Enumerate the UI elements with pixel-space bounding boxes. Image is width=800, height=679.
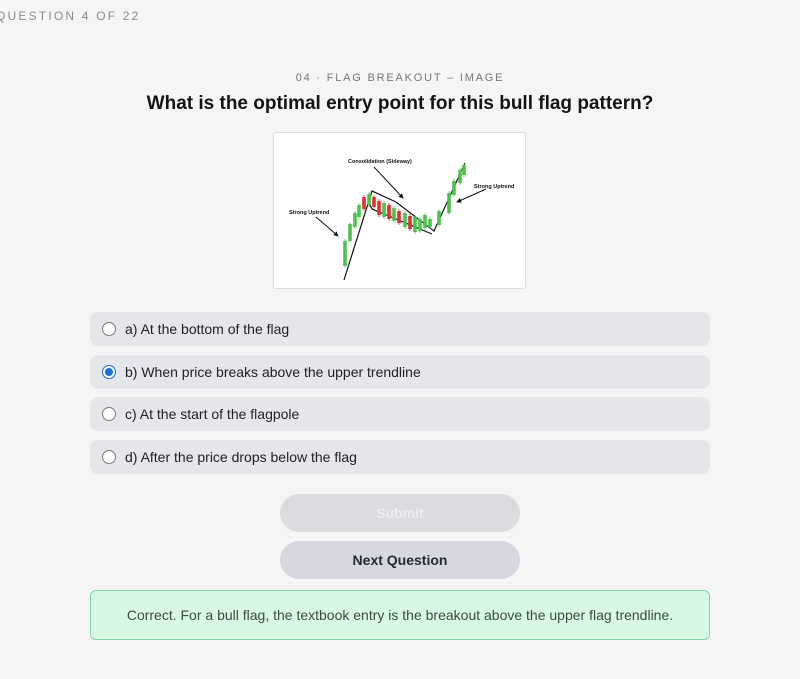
option-a-radio[interactable] bbox=[102, 322, 116, 336]
candle-body bbox=[437, 211, 441, 225]
option-d[interactable]: d) After the price drops below the flag bbox=[90, 439, 710, 474]
arrow-uptrend-right bbox=[456, 188, 487, 203]
question-text: What is the optimal entry point for this… bbox=[146, 93, 654, 114]
candle-body bbox=[348, 224, 352, 241]
feedback-message: Correct. For a bull flag, the textbook e… bbox=[90, 590, 710, 640]
candle-body bbox=[357, 205, 361, 217]
candle-body bbox=[418, 219, 422, 231]
option-b[interactable]: b) When price breaks above the upper tre… bbox=[90, 354, 710, 389]
question-subtitle: 04 · FLAG BREAKOUT – IMAGE bbox=[295, 72, 505, 84]
option-c[interactable]: c) At the start of the flagpole bbox=[90, 397, 710, 431]
option-c-label: c) At the start of the flagpole bbox=[125, 406, 300, 422]
submit-button[interactable]: Submit bbox=[280, 494, 520, 532]
candle-body bbox=[452, 181, 456, 195]
option-a[interactable]: a) At the bottom of the flag bbox=[90, 312, 710, 346]
candlesticks bbox=[343, 163, 466, 268]
candle-body bbox=[428, 219, 432, 227]
candle-body bbox=[397, 211, 401, 223]
candle-body bbox=[458, 170, 462, 183]
option-b-radio[interactable] bbox=[102, 364, 116, 379]
candle-body bbox=[462, 165, 466, 175]
candle-body bbox=[382, 203, 386, 217]
candle-body bbox=[423, 215, 427, 228]
answer-options: a) At the bottom of the flag b) When pri… bbox=[90, 312, 710, 482]
bull-flag-illustration: Consolidation (Sideway) Strong Uptrend S… bbox=[289, 159, 514, 281]
candle-body bbox=[353, 213, 357, 227]
option-d-radio[interactable] bbox=[102, 449, 116, 464]
candle-body bbox=[413, 217, 417, 232]
candle-body bbox=[387, 205, 391, 219]
candle-body bbox=[343, 241, 347, 266]
candle-body bbox=[408, 216, 412, 229]
option-d-label: d) After the price drops below the flag bbox=[125, 448, 357, 465]
next-question-button[interactable]: Next Question bbox=[280, 541, 520, 579]
candle-body bbox=[372, 197, 376, 207]
question-progress: QUESTION 4 OF 22 bbox=[0, 9, 141, 23]
option-b-label: b) When price breaks above the upper tre… bbox=[125, 363, 421, 380]
candle-body bbox=[362, 197, 366, 209]
label-strong-uptrend-right: Strong Uptrend bbox=[474, 184, 514, 190]
candle-body bbox=[367, 194, 371, 205]
question-image: Consolidation (Sideway) Strong Uptrend S… bbox=[273, 132, 526, 289]
candle-body bbox=[377, 201, 381, 215]
option-a-label: a) At the bottom of the flag bbox=[125, 321, 290, 337]
option-c-radio[interactable] bbox=[102, 407, 116, 421]
candle-body bbox=[403, 213, 407, 227]
candle-body bbox=[392, 208, 396, 221]
arrow-uptrend-left bbox=[315, 216, 339, 237]
label-strong-uptrend-left: Strong Uptrend bbox=[289, 210, 329, 216]
candle-body bbox=[447, 193, 451, 213]
label-consolidation: Consolidation (Sideway) bbox=[348, 159, 412, 165]
